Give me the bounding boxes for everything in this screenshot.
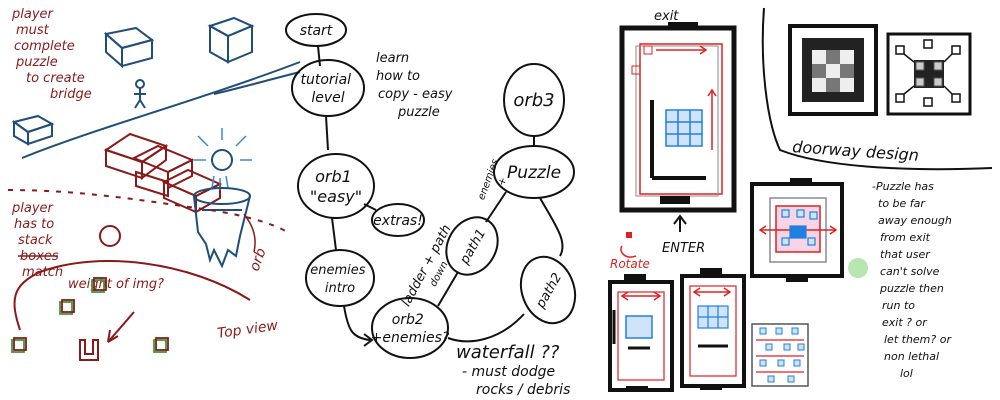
note-puzzle-bridge-line: to create — [26, 71, 85, 86]
left-panel: player must complete puzzle to create br… — [7, 7, 301, 361]
node-start-label: start — [300, 23, 333, 39]
orb-top-view — [99, 225, 121, 247]
node-puzzle-label: Puzzle — [507, 163, 561, 183]
top-view-arrow — [107, 311, 135, 343]
node-orb1 — [297, 153, 375, 219]
doorway-right — [886, 32, 972, 116]
cube-top — [103, 26, 155, 69]
puzzle-note-line: that user — [880, 248, 931, 261]
big-room — [619, 22, 737, 213]
puzzle-distance-note: -Puzzle has to be far away enough from e… — [872, 180, 955, 380]
enter-label: ENTER — [662, 241, 705, 256]
waterfall-note: waterfall ?? - must dodge rocks / debris — [456, 342, 570, 398]
orb-label: orb — [247, 246, 270, 273]
tutorial-note: learn how to copy - easy puzzle — [376, 51, 457, 120]
note-puzzle-bridge-line: puzzle — [15, 55, 58, 70]
puzzle-note-line: -Puzzle has — [872, 180, 934, 193]
cube-right — [207, 16, 255, 64]
node-tutorial — [291, 59, 365, 117]
middle-room — [750, 178, 844, 282]
green-dot — [848, 258, 868, 278]
edge-puzzle-path2 — [539, 197, 564, 257]
node-extras-label: extras! — [373, 213, 423, 229]
edge-path1-puzzle — [485, 191, 507, 223]
cube-left — [11, 114, 55, 146]
bridge-blocks — [103, 132, 223, 214]
node-tutorial-label: tutorial level — [301, 72, 356, 106]
ladder-path-note: ladder + path down — [399, 219, 468, 315]
doorway-left — [788, 24, 878, 116]
note-stack-boxes: player has to stack boxes match weight o… — [11, 201, 164, 292]
node-orb1-label: orb1 "easy" — [310, 167, 362, 206]
puzzle-note-line: run to — [882, 299, 915, 312]
doorway-label: doorway design — [792, 137, 920, 165]
flowchart-text: start tutorial level orb1 "easy" extras!… — [300, 23, 566, 346]
rotate-arrow — [620, 245, 637, 258]
bottom-room-2 — [680, 268, 746, 390]
note-stack-boxes-line: weight of img? — [68, 277, 164, 292]
note-puzzle-bridge: player must complete puzzle to create br… — [11, 7, 92, 102]
orb — [194, 128, 252, 190]
exit-label: exit — [654, 9, 679, 24]
rotate-label: Rotate — [610, 257, 650, 271]
edge-start-tutorial — [317, 45, 321, 67]
top-view-label: Top view — [216, 318, 279, 342]
note-stack-boxes-line: stack — [18, 233, 53, 248]
receptacle — [79, 339, 99, 361]
edge-orb1-enemies — [331, 217, 337, 251]
note-puzzle-bridge-line: player — [11, 7, 55, 22]
note-stack-boxes-line: has to — [14, 217, 54, 232]
node-enemies-intro — [305, 249, 375, 307]
grid-puzzle — [665, 109, 703, 147]
node-orb2-label: orb2 +enemies? — [371, 312, 450, 346]
note-puzzle-bridge-line: complete — [14, 39, 75, 54]
orb-arrow — [243, 213, 256, 253]
puzzle-note-line: let them? or — [884, 333, 952, 346]
puzzle-note-line: away enough — [878, 214, 952, 227]
puzzle-note-line: lol — [900, 367, 913, 380]
node-enemies-intro-label: enemies intro — [310, 263, 369, 296]
edge-tutorial-orb1 — [325, 115, 329, 151]
node-path1-label: path1 — [457, 227, 489, 268]
sketch-canvas: player must complete puzzle to create br… — [7, 7, 993, 398]
rotate-button — [626, 232, 632, 238]
bottom-room-3 — [751, 323, 809, 387]
note-puzzle-bridge-line: must — [16, 23, 50, 38]
orb-pedestal — [193, 187, 251, 269]
node-orb3-label: orb3 — [513, 90, 554, 111]
right-panel: exit ENTER Rotate doorway design -Puzzle… — [608, 7, 993, 392]
player-figure — [134, 79, 146, 109]
puzzle-note-line: exit ? or — [882, 316, 928, 329]
edge-path2-orb2 — [447, 313, 525, 343]
puzzle-note-line: from exit — [880, 231, 931, 244]
puzzle-note-line: to be far — [878, 197, 926, 210]
enter-arrow — [673, 214, 687, 232]
node-path2-label: path2 — [533, 271, 565, 312]
puzzle-note-line: non lethal — [884, 350, 939, 363]
bottom-room-1 — [608, 274, 674, 392]
note-puzzle-bridge-line: bridge — [50, 87, 92, 102]
puzzle-note-line: puzzle then — [879, 282, 944, 295]
puzzle-note-line: can't solve — [880, 265, 940, 278]
note-stack-boxes-line: player — [11, 201, 55, 216]
